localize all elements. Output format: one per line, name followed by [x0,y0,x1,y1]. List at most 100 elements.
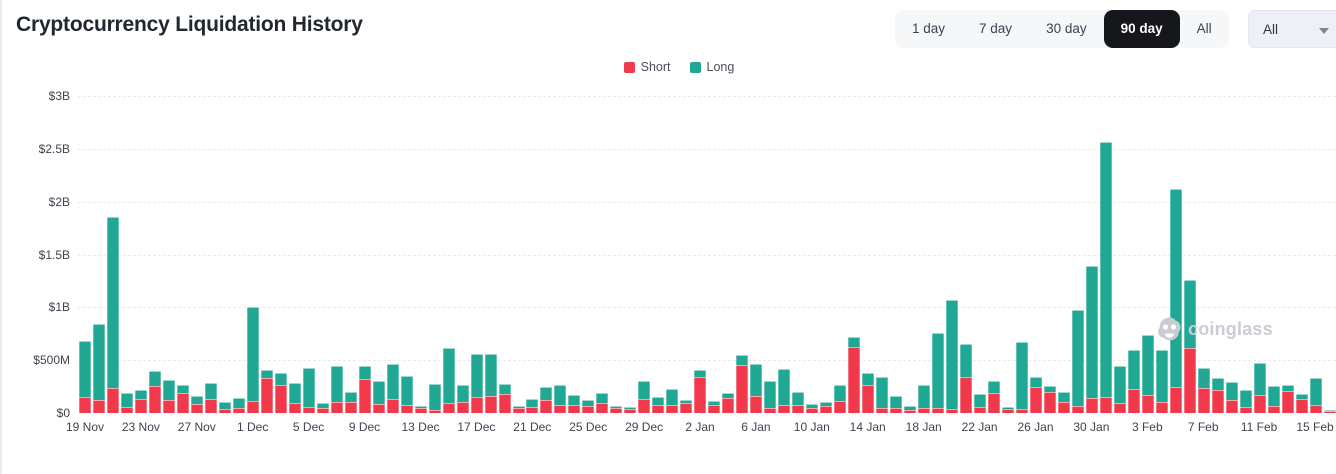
chart-bar[interactable] [246,96,260,413]
short-bar-segment[interactable] [1226,400,1238,413]
long-bar-segment[interactable] [1086,266,1098,399]
long-bar-segment[interactable] [219,402,231,409]
long-bar-segment[interactable] [345,392,357,402]
chart-bar[interactable] [707,96,721,413]
chart-bar[interactable] [1113,96,1127,413]
chart-bar[interactable] [581,96,595,413]
short-bar-segment[interactable] [806,408,818,413]
long-bar-segment[interactable] [960,344,972,378]
short-bar-segment[interactable] [946,409,958,413]
short-bar-segment[interactable] [540,400,552,413]
chart-bar[interactable] [651,96,665,413]
range-button-1day[interactable]: 1 day [895,10,962,48]
chart-bar[interactable] [190,96,204,413]
chart-bar[interactable] [805,96,819,413]
chart-bar[interactable] [106,96,120,413]
short-bar-segment[interactable] [1282,391,1294,414]
chart-bar[interactable] [1211,96,1225,413]
short-bar-segment[interactable] [1310,405,1322,413]
long-bar-segment[interactable] [443,348,455,404]
short-bar-segment[interactable] [219,409,231,413]
long-bar-segment[interactable] [121,393,133,407]
chart-bar[interactable] [1323,96,1336,413]
long-bar-segment[interactable] [1072,310,1084,406]
long-bar-segment[interactable] [485,354,497,396]
short-bar-segment[interactable] [177,393,189,413]
short-bar-segment[interactable] [135,399,147,413]
long-bar-segment[interactable] [1142,335,1154,395]
long-bar-segment[interactable] [401,376,413,405]
chart-bar[interactable] [204,96,218,413]
long-bar-segment[interactable] [191,396,203,404]
long-bar-segment[interactable] [568,395,580,405]
short-bar-segment[interactable] [471,397,483,413]
long-bar-segment[interactable] [1212,378,1224,390]
chart-bar[interactable] [987,96,1001,413]
chart-bar[interactable] [903,96,917,413]
short-bar-segment[interactable] [261,378,273,413]
short-bar-segment[interactable] [1296,399,1308,414]
long-bar-segment[interactable] [890,396,902,408]
chart-bar[interactable] [539,96,553,413]
long-bar-segment[interactable] [303,368,315,407]
short-bar-segment[interactable] [904,410,916,413]
chart-bar[interactable] [1155,96,1169,413]
chart-bar[interactable] [945,96,959,413]
short-bar-segment[interactable] [205,399,217,413]
long-bar-segment[interactable] [107,217,119,389]
short-bar-segment[interactable] [457,402,469,413]
long-bar-segment[interactable] [177,385,189,393]
short-bar-segment[interactable] [680,403,692,413]
chart-bar[interactable] [386,96,400,413]
long-bar-segment[interactable] [932,333,944,407]
chart-bar[interactable] [288,96,302,413]
short-bar-segment[interactable] [820,406,832,413]
short-bar-segment[interactable] [862,385,874,413]
short-bar-segment[interactable] [191,404,203,413]
long-bar-segment[interactable] [1254,363,1266,395]
long-bar-segment[interactable] [135,390,147,399]
long-bar-segment[interactable] [876,377,888,407]
long-bar-segment[interactable] [499,384,511,394]
short-bar-segment[interactable] [1142,395,1154,413]
range-button-30day[interactable]: 30 day [1029,10,1104,48]
short-bar-segment[interactable] [834,401,846,413]
chart-bar[interactable] [1239,96,1253,413]
short-bar-segment[interactable] [582,406,594,413]
long-bar-segment[interactable] [373,381,385,404]
range-button-all[interactable]: All [1180,10,1229,48]
short-bar-segment[interactable] [247,401,259,413]
short-bar-segment[interactable] [1114,403,1126,413]
chart-bar[interactable] [1029,96,1043,413]
range-button-7day[interactable]: 7 day [962,10,1029,48]
short-bar-segment[interactable] [666,405,678,413]
chart-bar[interactable] [847,96,861,413]
chart-bar[interactable] [120,96,134,413]
short-bar-segment[interactable] [1030,387,1042,413]
short-bar-segment[interactable] [373,404,385,413]
short-bar-segment[interactable] [331,402,343,414]
long-bar-segment[interactable] [261,370,273,378]
chart-bar[interactable] [414,96,428,413]
long-bar-segment[interactable] [750,364,762,396]
long-bar-segment[interactable] [1016,342,1028,409]
long-bar-segment[interactable] [331,366,343,402]
legend-item-short[interactable]: Short [624,60,671,74]
short-bar-segment[interactable] [778,405,790,413]
long-bar-segment[interactable] [205,383,217,399]
short-bar-segment[interactable] [93,400,105,413]
long-bar-segment[interactable] [1156,350,1168,402]
short-bar-segment[interactable] [163,400,175,413]
short-bar-segment[interactable] [107,388,119,413]
chart-bar[interactable] [553,96,567,413]
chart-bar[interactable] [665,96,679,413]
short-bar-segment[interactable] [890,408,902,414]
short-bar-segment[interactable] [359,379,371,413]
chart-bar[interactable] [1197,96,1211,413]
chart-bar[interactable] [78,96,92,413]
chart-bar[interactable] [1253,96,1267,413]
chart-bar[interactable] [1225,96,1239,413]
chart-bar[interactable] [917,96,931,413]
short-bar-segment[interactable] [974,407,986,413]
short-bar-segment[interactable] [960,377,972,413]
